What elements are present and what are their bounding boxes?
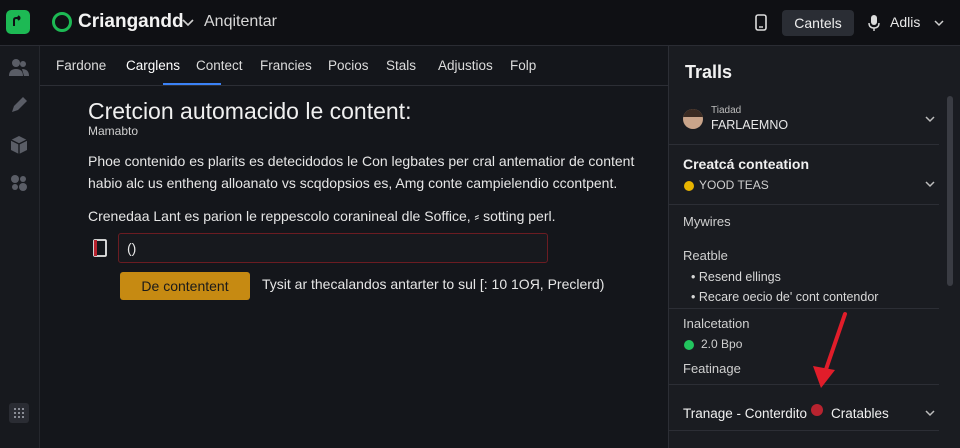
- chevron-down-icon[interactable]: [180, 14, 196, 30]
- tab-francies[interactable]: Francies: [260, 58, 312, 73]
- active-tab-indicator: [163, 83, 221, 85]
- user-name[interactable]: FARLAEMNO: [711, 118, 788, 132]
- document-icon: [93, 239, 107, 257]
- annotation-arrow-icon: [813, 312, 847, 388]
- package-icon[interactable]: [8, 134, 30, 156]
- app-logo-icon[interactable]: [6, 10, 30, 34]
- section-heading: Creatcá conteation: [683, 156, 810, 172]
- users-icon[interactable]: [8, 56, 30, 78]
- status-label: YOOD TEAS: [699, 178, 769, 192]
- chevron-down-icon[interactable]: [932, 16, 946, 30]
- list-item[interactable]: • Resend ellings: [691, 270, 781, 284]
- user-menu-label[interactable]: Adlis: [890, 14, 920, 30]
- tab-fardone[interactable]: Fardone: [56, 58, 106, 73]
- status-dot-yellow: [684, 181, 694, 191]
- tab-pocios[interactable]: Pocios: [328, 58, 369, 73]
- section-heading[interactable]: Featinage: [683, 361, 741, 376]
- status-dot-green: [684, 340, 694, 350]
- bottom-item-label[interactable]: Tranage - Conterdito: [683, 406, 807, 421]
- bottom-item-value[interactable]: Cratables: [831, 406, 889, 421]
- button-hint-text: Tysit ar thecalandos antarter to sul [: …: [262, 276, 605, 292]
- brand-logo-icon: [52, 12, 72, 32]
- record-dot-icon: [811, 404, 823, 416]
- chevron-down-icon[interactable]: [923, 406, 937, 420]
- status-label: 2.0 Bpo: [701, 337, 743, 351]
- tab-adjustios[interactable]: Adjustios: [438, 58, 493, 73]
- description-paragraph: Phoe contenido es plarits es detecidodos…: [88, 153, 635, 191]
- brand-name: Criangandd: [78, 11, 184, 32]
- contacts-button[interactable]: Cantels: [782, 10, 854, 36]
- tab-stals[interactable]: Stals: [386, 58, 416, 73]
- tab-carglens[interactable]: Carglens: [126, 58, 180, 73]
- left-rail: [0, 46, 40, 448]
- breadcrumb[interactable]: Anqitentar: [204, 13, 277, 31]
- list-item[interactable]: • Recare oecio de' cont contendor: [691, 290, 878, 304]
- top-bar: Criangandd Anqitentar Cantels Adlis: [0, 0, 960, 46]
- section-heading[interactable]: Reatble: [683, 248, 728, 263]
- tab-folp[interactable]: Folp: [510, 58, 536, 73]
- puzzle-icon[interactable]: [8, 172, 30, 194]
- panel-scrollbar[interactable]: [947, 96, 953, 286]
- content-button[interactable]: De contentent: [120, 272, 250, 300]
- page-title: Cretcion automacido le content:: [88, 98, 412, 124]
- section-heading[interactable]: Mywires: [683, 214, 731, 229]
- section-heading: Inalcetation: [683, 316, 750, 331]
- chevron-down-icon[interactable]: [923, 177, 937, 191]
- user-label-small: Tiadad: [711, 105, 742, 116]
- tools-panel: Tralls Tiadad FARLAEMNO Creatcá conteati…: [668, 46, 960, 448]
- microphone-icon[interactable]: [866, 13, 882, 33]
- tab-contect[interactable]: Contect: [196, 58, 243, 73]
- panel-title: Tralls: [685, 62, 733, 82]
- content-input[interactable]: [118, 233, 548, 263]
- chevron-down-icon[interactable]: [923, 112, 937, 126]
- tab-bar: Fardone Carglens Contect Francies Pocios…: [40, 46, 668, 86]
- grid-icon[interactable]: [8, 402, 30, 424]
- page-subtitle: Mamabto: [88, 124, 139, 138]
- phone-icon[interactable]: [752, 13, 770, 33]
- pen-icon[interactable]: [8, 94, 30, 116]
- avatar: [683, 109, 703, 129]
- instruction-paragraph: Crenedaa Lant es parion le reppescolo co…: [88, 208, 556, 224]
